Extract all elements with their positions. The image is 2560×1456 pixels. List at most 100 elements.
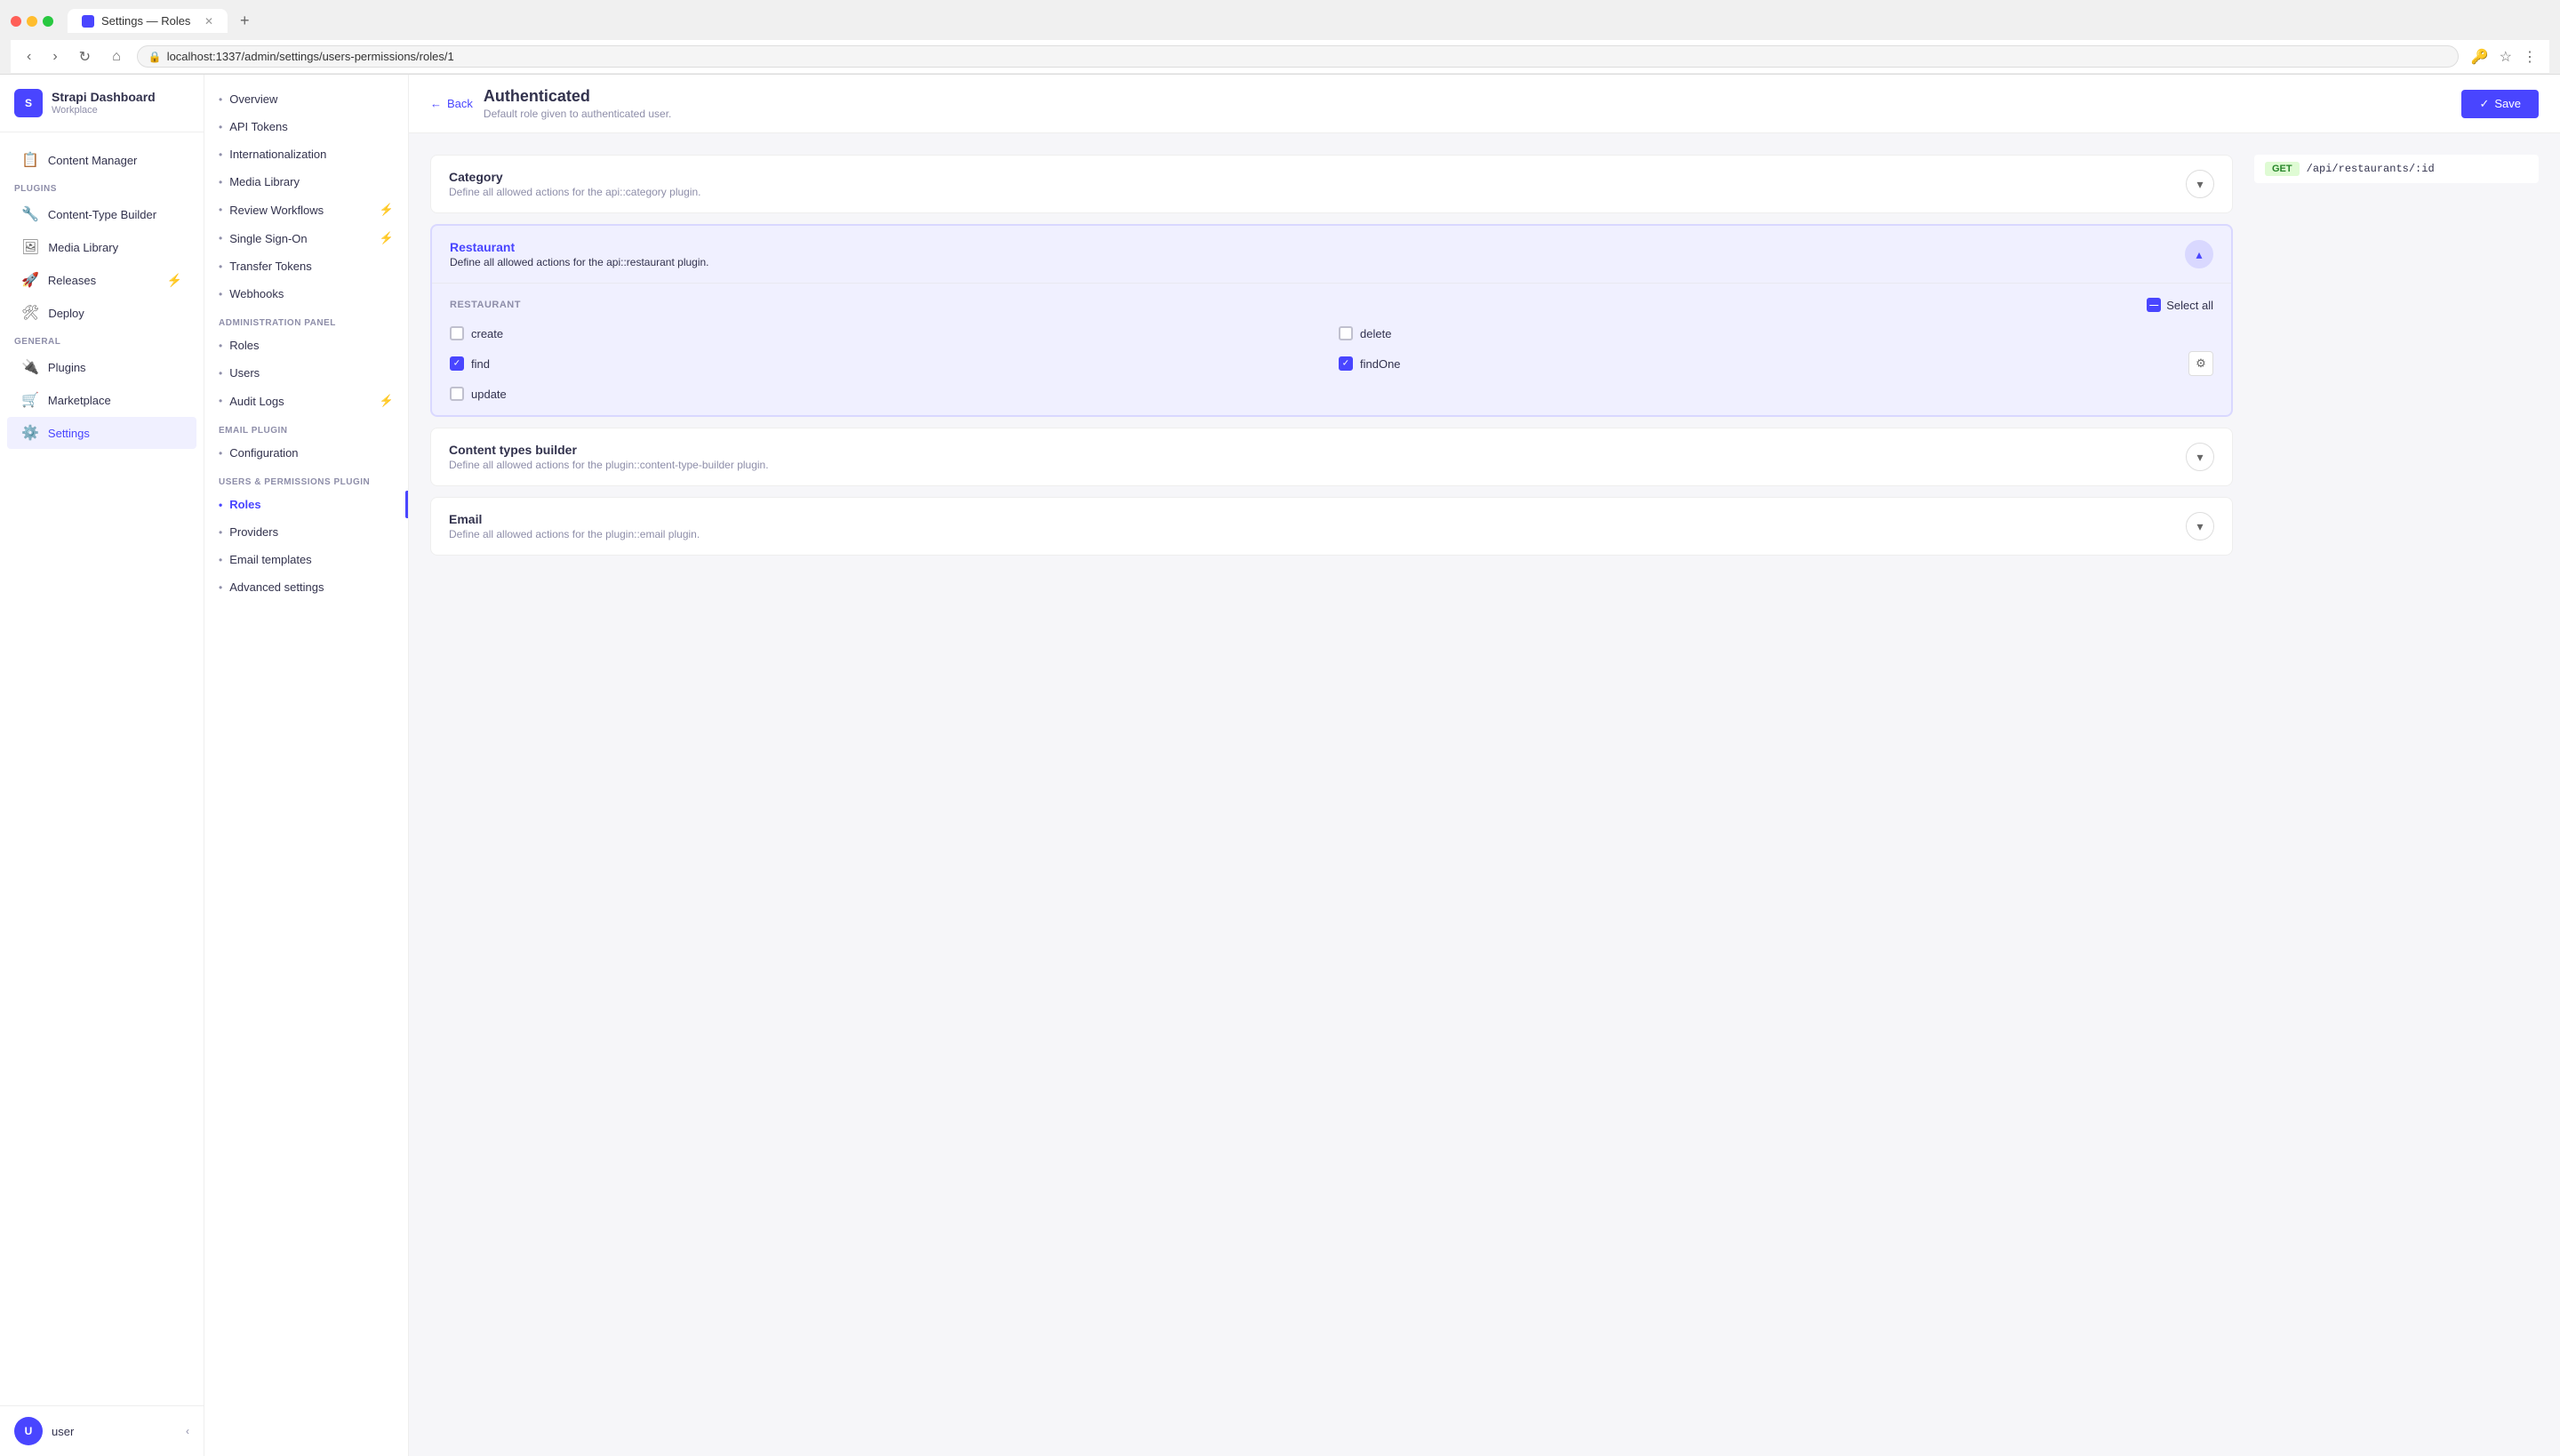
settings-nav-overview[interactable]: Overview: [204, 85, 408, 113]
update-checkbox[interactable]: [450, 387, 464, 401]
sidebar-item-label: Marketplace: [48, 394, 111, 407]
sidebar-item-label: Settings: [48, 427, 90, 440]
brand-name: Strapi Dashboard: [52, 90, 156, 105]
page-title: Authenticated: [484, 87, 671, 106]
settings-nav-internationalization[interactable]: Internationalization: [204, 140, 408, 168]
settings-nav-media-library[interactable]: Media Library: [204, 168, 408, 196]
forward-navigation-button[interactable]: ›: [47, 47, 62, 67]
sidebar-item-deploy[interactable]: 🛠 Deploy: [7, 297, 196, 329]
menu-button[interactable]: ⋮: [2521, 46, 2539, 68]
sidebar-collapse-button[interactable]: ‹: [186, 1425, 189, 1437]
permission-update: update: [450, 387, 1324, 401]
restaurant-section-label: RESTAURANT: [450, 300, 2140, 310]
category-card-header[interactable]: Category Define all allowed actions for …: [431, 156, 2232, 212]
deploy-icon: 🛠: [21, 304, 39, 322]
category-toggle-button[interactable]: ▾: [2186, 170, 2214, 198]
permission-delete: delete: [1339, 326, 2213, 340]
settings-icon: ⚙️: [21, 424, 39, 442]
user-avatar[interactable]: U: [14, 1417, 43, 1445]
content-types-builder-card-header[interactable]: Content types builder Define all allowed…: [431, 428, 2232, 485]
email-toggle-button[interactable]: ▾: [2186, 512, 2214, 540]
sidebar-item-settings[interactable]: ⚙️ Settings: [7, 417, 196, 449]
settings-nav-email-templates[interactable]: Email templates: [204, 546, 408, 573]
home-button[interactable]: ⌂: [107, 47, 126, 67]
settings-nav-users[interactable]: Users: [204, 359, 408, 387]
sidebar-item-media-library[interactable]: 🖼 Media Library: [7, 231, 196, 263]
sidebar-item-label: Plugins: [48, 361, 86, 374]
extensions-button[interactable]: 🔑: [2469, 46, 2491, 68]
settings-nav-configuration[interactable]: Configuration: [204, 439, 408, 467]
settings-nav-audit-logs[interactable]: Audit Logs ⚡: [204, 387, 408, 415]
restaurant-card-title: Restaurant: [450, 240, 709, 254]
sidebar-item-label: Content-Type Builder: [48, 208, 156, 221]
reload-button[interactable]: ↻: [74, 46, 96, 68]
permissions-panel: Category Define all allowed actions for …: [430, 155, 2233, 1435]
update-label: update: [471, 388, 507, 401]
bookmark-button[interactable]: ☆: [2498, 46, 2514, 68]
url-text: localhost:1337/admin/settings/users-perm…: [167, 50, 454, 63]
browser-chrome: Settings — Roles ✕ + ‹ › ↻ ⌂ 🔒 localhost…: [0, 0, 2560, 75]
sidebar-item-content-manager[interactable]: 📋 Content Manager: [7, 144, 196, 176]
content-type-builder-icon: 🔧: [21, 205, 39, 223]
settings-nav-roles[interactable]: Roles: [204, 332, 408, 359]
tab-close-button[interactable]: ✕: [204, 15, 213, 28]
restaurant-card-header[interactable]: Restaurant Define all allowed actions fo…: [432, 226, 2231, 283]
sidebar-item-content-type-builder[interactable]: 🔧 Content-Type Builder: [7, 198, 196, 230]
select-all-checkbox[interactable]: Select all: [2147, 298, 2213, 312]
sidebar: S Strapi Dashboard Workplace 📋 Content M…: [0, 75, 204, 1456]
sidebar-item-releases[interactable]: 🚀 Releases ⚡: [7, 264, 196, 296]
permission-find: find: [450, 351, 1324, 376]
create-checkbox[interactable]: [450, 326, 464, 340]
category-card-title: Category: [449, 170, 701, 184]
settings-nav-up-roles[interactable]: Roles: [204, 491, 408, 518]
find-label: find: [471, 357, 490, 371]
traffic-light-red[interactable]: [11, 16, 21, 27]
back-label: Back: [447, 97, 473, 110]
content-types-builder-card-title: Content types builder: [449, 443, 769, 457]
content-types-builder-toggle-button[interactable]: ▾: [2186, 443, 2214, 471]
admin-panel-section-label: ADMINISTRATION PANEL: [204, 308, 408, 332]
sidebar-logo: S: [14, 89, 43, 117]
findone-gear-button[interactable]: ⚙: [2188, 351, 2213, 376]
permission-findone: findOne ⚙: [1339, 351, 2213, 376]
settings-nav-api-tokens[interactable]: API Tokens: [204, 113, 408, 140]
settings-nav-single-sign-on[interactable]: Single Sign-On ⚡: [204, 224, 408, 252]
sidebar-header: S Strapi Dashboard Workplace: [0, 75, 204, 132]
settings-nav-webhooks[interactable]: Webhooks: [204, 280, 408, 308]
sidebar-item-plugins[interactable]: 🔌 Plugins: [7, 351, 196, 383]
restaurant-card-desc: Define all allowed actions for the api::…: [450, 256, 709, 268]
save-label: Save: [2494, 97, 2521, 110]
settings-nav-providers[interactable]: Providers: [204, 518, 408, 546]
indeterminate-checkbox: [2147, 298, 2161, 312]
back-navigation-button[interactable]: ‹: [21, 47, 36, 67]
back-button[interactable]: ← Back: [430, 97, 473, 110]
permission-create: create: [450, 326, 1324, 340]
email-plugin-section-label: EMAIL PLUGIN: [204, 415, 408, 439]
sidebar-footer: U user ‹: [0, 1405, 204, 1456]
settings-nav-review-workflows[interactable]: Review Workflows ⚡: [204, 196, 408, 224]
settings-nav-advanced-settings[interactable]: Advanced settings: [204, 573, 408, 601]
content-header: ← Back Authenticated Default role given …: [409, 75, 2560, 133]
sidebar-item-marketplace[interactable]: 🛒 Marketplace: [7, 384, 196, 416]
email-card: Email Define all allowed actions for the…: [430, 497, 2233, 556]
address-bar[interactable]: 🔒 localhost:1337/admin/settings/users-pe…: [137, 45, 2459, 68]
media-library-icon: 🖼: [21, 238, 39, 256]
content-types-builder-card-desc: Define all allowed actions for the plugi…: [449, 459, 769, 471]
new-tab-button[interactable]: +: [235, 10, 255, 32]
active-tab[interactable]: Settings — Roles ✕: [68, 9, 228, 33]
delete-checkbox[interactable]: [1339, 326, 1353, 340]
findone-checkbox[interactable]: [1339, 356, 1353, 371]
email-card-header[interactable]: Email Define all allowed actions for the…: [431, 498, 2232, 555]
traffic-light-yellow[interactable]: [27, 16, 37, 27]
route-item: GET /api/restaurants/:id: [2254, 155, 2539, 183]
sidebar-nav: 📋 Content Manager PLUGINS 🔧 Content-Type…: [0, 132, 204, 1405]
traffic-light-green[interactable]: [43, 16, 53, 27]
sso-badge: ⚡: [380, 231, 394, 245]
find-checkbox[interactable]: [450, 356, 464, 371]
restaurant-toggle-button[interactable]: ▴: [2185, 240, 2213, 268]
select-all-row: RESTAURANT Select all: [450, 298, 2213, 312]
settings-nav-transfer-tokens[interactable]: Transfer Tokens: [204, 252, 408, 280]
save-button[interactable]: ✓ Save: [2461, 90, 2539, 118]
routes-panel: GET /api/restaurants/:id: [2254, 155, 2539, 1435]
email-card-title: Email: [449, 512, 700, 526]
